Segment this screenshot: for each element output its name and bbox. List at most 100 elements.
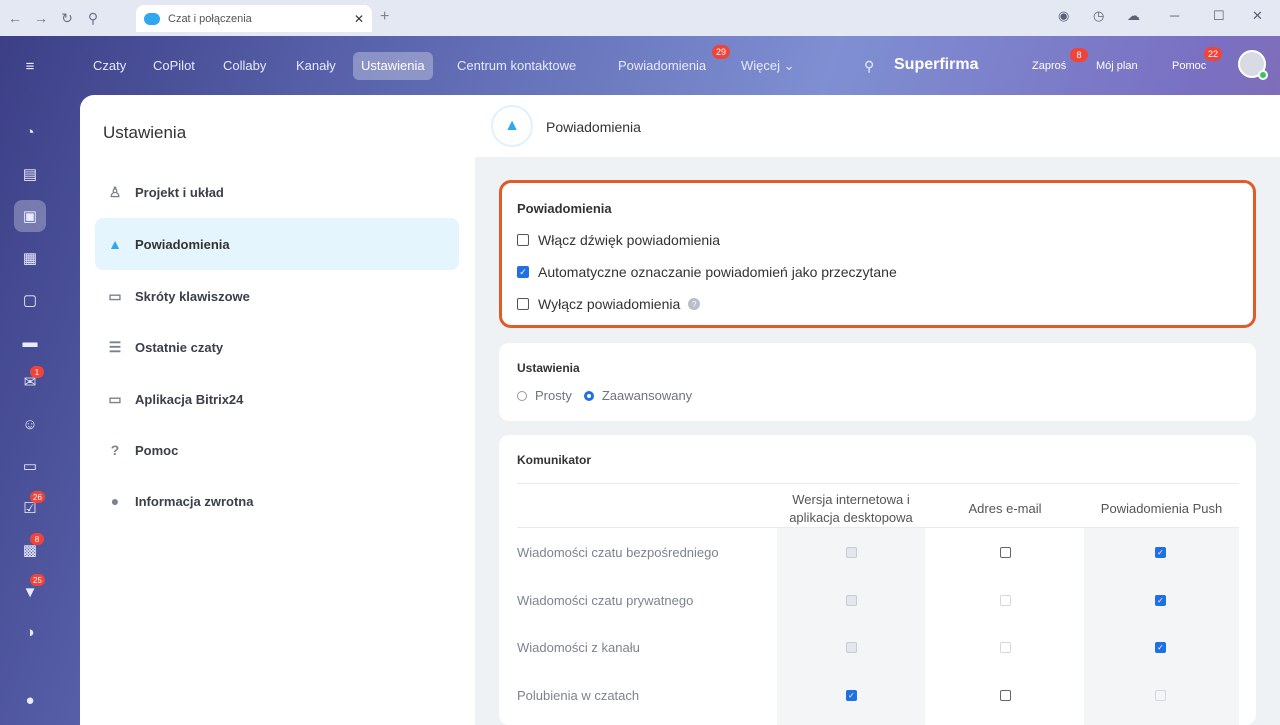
- row2-push-checkbox[interactable]: ✓: [1155, 595, 1166, 606]
- row3-email-checkbox[interactable]: [1000, 642, 1011, 653]
- sound-checkbox[interactable]: [517, 234, 529, 246]
- mail-badge: 1: [30, 366, 44, 378]
- tasks-badge: 26: [30, 491, 45, 503]
- nav-collaby[interactable]: Collaby: [215, 52, 274, 80]
- notifications-card: Powiadomienia Włącz dźwięk powiadomienia…: [499, 180, 1256, 328]
- back-icon[interactable]: ←: [4, 7, 26, 29]
- search-icon[interactable]: ⚲: [856, 52, 882, 80]
- row1-email-checkbox[interactable]: [1000, 547, 1011, 558]
- row4-email-checkbox[interactable]: [1000, 690, 1011, 701]
- row3-web-checkbox[interactable]: [846, 642, 857, 653]
- simple-radio[interactable]: [517, 390, 527, 401]
- menu-item-pomoc[interactable]: ? Pomoc: [95, 424, 459, 476]
- monitor-icon[interactable]: ▭: [14, 450, 46, 482]
- reload-icon[interactable]: ↻: [56, 7, 78, 29]
- menu-item-ostatnie-czaty[interactable]: ☰ Ostatnie czaty: [95, 321, 459, 373]
- maximize-icon[interactable]: ☐: [1213, 8, 1225, 24]
- storage-icon[interactable]: ▬: [14, 326, 46, 358]
- auto-read-option[interactable]: ✓ Automatyczne oznaczanie powiadomień ja…: [517, 264, 897, 280]
- list-icon: ☰: [108, 338, 122, 355]
- copilot-icon[interactable]: ◔: [14, 116, 46, 148]
- disable-checkbox[interactable]: [517, 298, 529, 310]
- auto-read-checkbox[interactable]: ✓: [517, 266, 529, 278]
- mode-options: Prosty Zaawansowany: [517, 388, 704, 403]
- chat-icon[interactable]: ▣: [14, 200, 46, 232]
- menu-item-projekt[interactable]: ♙ Projekt i układ: [95, 166, 459, 218]
- close-tab-icon[interactable]: ✕: [354, 12, 364, 26]
- content-header: ▲ Powiadomienia: [475, 95, 1280, 157]
- invite-button[interactable]: Zaproś: [1024, 52, 1074, 80]
- settings-content: ▲ Powiadomienia Powiadomienia Włącz dźwi…: [475, 95, 1280, 725]
- menu-item-skroty[interactable]: ▭ Skróty klawiszowe: [95, 270, 459, 322]
- sound-option[interactable]: Włącz dźwięk powiadomienia: [517, 232, 720, 248]
- nav-centrum-kontaktowe[interactable]: Centrum kontaktowe: [449, 52, 584, 80]
- new-tab-button[interactable]: +: [380, 8, 389, 26]
- analytics-icon[interactable]: ◑: [14, 616, 46, 648]
- help-badge: 22: [1204, 47, 1222, 61]
- contacts-icon[interactable]: ☺: [14, 408, 46, 440]
- row4-push-checkbox[interactable]: [1155, 690, 1166, 701]
- bell-icon: ▲: [108, 236, 122, 252]
- menu-item-powiadomienia[interactable]: ▲ Powiadomienia: [95, 218, 459, 270]
- nav-czaty[interactable]: Czaty: [85, 52, 134, 80]
- menu-item-label: Projekt i układ: [135, 184, 224, 200]
- tab-title: Czat i połączenia: [168, 12, 252, 25]
- sound-label: Włącz dźwięk powiadomienia: [538, 232, 721, 248]
- settings-sidebar: Ustawienia ♙ Projekt i układ ▲ Powiadomi…: [80, 95, 475, 725]
- menu-item-informacja[interactable]: ● Informacja zwrotna: [95, 475, 459, 527]
- record-icon[interactable]: ◉: [1058, 8, 1069, 24]
- cloud-download-icon[interactable]: ☁: [1127, 8, 1140, 24]
- row3-push-checkbox[interactable]: ✓: [1155, 642, 1166, 653]
- my-plan-button[interactable]: Mój plan: [1088, 52, 1146, 80]
- row1-push-checkbox[interactable]: ✓: [1155, 547, 1166, 558]
- settings-title: Ustawienia: [103, 123, 187, 142]
- calendar-icon[interactable]: ▦: [14, 242, 46, 274]
- notifications-badge: 29: [712, 45, 730, 59]
- divider: [517, 527, 1239, 528]
- simple-label: Prosty: [535, 388, 572, 403]
- menu-item-label: Informacja zwrotna: [135, 493, 254, 509]
- minimize-icon[interactable]: ─: [1170, 8, 1179, 23]
- bell-icon: ▲: [491, 105, 533, 147]
- question-icon: ?: [110, 442, 120, 458]
- menu-item-label: Ostatnie czaty: [135, 339, 224, 355]
- mode-card: Ustawienia Prosty Zaawansowany: [499, 343, 1256, 421]
- file-icon[interactable]: ▢: [14, 284, 46, 316]
- menu-item-aplikacja[interactable]: ▭ Aplikacja Bitrix24: [95, 373, 459, 425]
- settings-circle-icon[interactable]: ●: [14, 684, 46, 716]
- forward-icon[interactable]: →: [30, 7, 52, 29]
- row1-web-checkbox[interactable]: [846, 547, 857, 558]
- attach-icon[interactable]: ⚲: [82, 7, 104, 29]
- divider: [517, 483, 1239, 484]
- user-avatar[interactable]: [1238, 50, 1268, 80]
- table-row-label: Wiadomości czatu prywatnego: [517, 593, 694, 608]
- nav-copilot[interactable]: CoPilot: [145, 52, 203, 80]
- auto-read-label: Automatyczne oznaczanie powiadomień jako…: [538, 264, 897, 280]
- calendar-badge: 8: [30, 533, 44, 545]
- help-icon[interactable]: ?: [688, 298, 701, 310]
- document-icon[interactable]: ▤: [14, 158, 46, 190]
- window-close-icon[interactable]: ✕: [1252, 8, 1263, 24]
- history-icon[interactable]: ◷: [1093, 8, 1104, 24]
- nav-ustawienia[interactable]: Ustawienia: [353, 52, 433, 80]
- hamburger-menu-icon[interactable]: ≡: [14, 50, 46, 82]
- disable-option[interactable]: Wyłącz powiadomienia ?: [517, 296, 701, 312]
- advanced-label: Zaawansowany: [601, 388, 693, 403]
- browser-tab[interactable]: Czat i połączenia ✕: [136, 5, 372, 32]
- advanced-radio[interactable]: [583, 390, 594, 401]
- table-row-label: Wiadomości z kanału: [517, 640, 640, 655]
- filter-badge: 25: [30, 574, 45, 586]
- row4-web-checkbox[interactable]: ✓: [846, 690, 857, 701]
- menu-item-label: Skróty klawiszowe: [135, 288, 250, 304]
- brand-superfirma[interactable]: Superfirma: [894, 56, 978, 74]
- row2-email-checkbox[interactable]: [1000, 595, 1011, 606]
- nav-kanaly[interactable]: Kanały: [288, 52, 344, 80]
- chat-bubble-icon: ●: [110, 493, 120, 509]
- nav-wiecej[interactable]: Więcej ⌄: [733, 52, 803, 80]
- messenger-card: Komunikator Wersja internetowa i aplikac…: [499, 435, 1256, 725]
- left-icon-sidebar: ≡ ◔ ▤ ▣ ▦ ▢ ▬ ✉ 1 ☺ ▭ ☑ 26 ▩ 8 ▼ 25 ◑ ●: [0, 36, 60, 725]
- cloud-icon: [144, 12, 160, 25]
- nav-powiadomienia[interactable]: Powiadomienia: [610, 52, 714, 80]
- table-row-label: Wiadomości czatu bezpośredniego: [517, 545, 719, 560]
- row2-web-checkbox[interactable]: [846, 595, 857, 606]
